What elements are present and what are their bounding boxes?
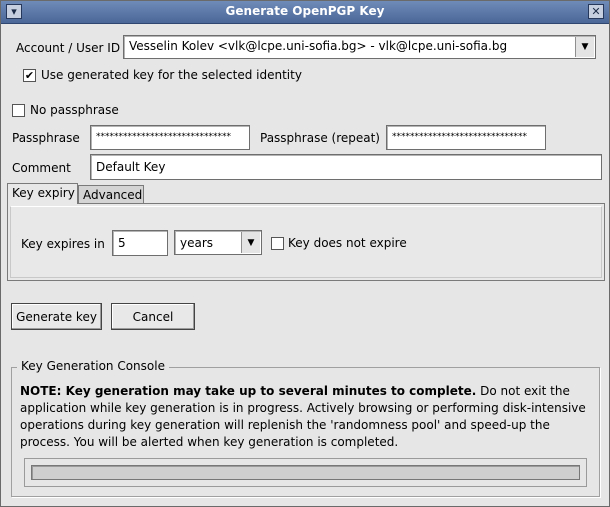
window-title: Generate OpenPGP Key bbox=[225, 4, 385, 18]
key-expires-label: Key expires in bbox=[21, 237, 105, 251]
chevron-down-icon[interactable]: ▼ bbox=[241, 232, 260, 253]
expiry-unit-value: years bbox=[180, 236, 214, 250]
expiry-amount-input[interactable]: 5 bbox=[112, 230, 168, 256]
no-passphrase-label: No passphrase bbox=[30, 103, 119, 117]
passphrase-label: Passphrase bbox=[12, 131, 80, 145]
console-note: NOTE: Key generation may take up to seve… bbox=[20, 383, 590, 451]
comment-input[interactable]: Default Key bbox=[90, 154, 602, 180]
key-generation-progress-bar bbox=[31, 465, 580, 480]
key-does-not-expire-checkbox[interactable] bbox=[271, 237, 284, 250]
account-select[interactable]: Vesselin Kolev <vlk@lcpe.uni-sofia.bg> -… bbox=[123, 35, 596, 59]
key-expiry-panel: Key expires in 5 years ▼ Key does not ex… bbox=[7, 203, 605, 281]
account-select-value: Vesselin Kolev <vlk@lcpe.uni-sofia.bg> -… bbox=[129, 39, 508, 53]
passphrase-input[interactable]: ****************************** bbox=[90, 125, 250, 150]
use-generated-key-checkbox[interactable]: ✔ bbox=[23, 69, 36, 82]
tab-key-expiry[interactable]: Key expiry bbox=[7, 183, 78, 204]
use-generated-key-label: Use generated key for the selected ident… bbox=[41, 68, 302, 82]
expiry-unit-select[interactable]: years ▼ bbox=[174, 230, 262, 255]
close-icon[interactable]: ✕ bbox=[588, 4, 604, 19]
account-label: Account / User ID bbox=[16, 41, 121, 55]
generate-key-button[interactable]: Generate key bbox=[11, 303, 102, 330]
key-does-not-expire-label: Key does not expire bbox=[288, 236, 407, 250]
title-bar[interactable]: ▾ Generate OpenPGP Key ✕ bbox=[1, 1, 609, 24]
progress-frame bbox=[24, 458, 587, 487]
tab-advanced[interactable]: Advanced bbox=[78, 185, 144, 203]
console-note-bold: NOTE: Key generation may take up to seve… bbox=[20, 384, 477, 398]
console-title: Key Generation Console bbox=[17, 359, 169, 373]
chevron-down-icon[interactable]: ▼ bbox=[575, 37, 594, 57]
passphrase-repeat-label: Passphrase (repeat) bbox=[260, 131, 380, 145]
passphrase-repeat-input[interactable]: ****************************** bbox=[386, 125, 546, 150]
comment-label: Comment bbox=[12, 161, 71, 175]
dialog-window: ▾ Generate OpenPGP Key ✕ Account / User … bbox=[0, 0, 610, 507]
cancel-button[interactable]: Cancel bbox=[111, 303, 195, 330]
generate-key-button-label: Generate key bbox=[16, 310, 97, 324]
cancel-button-label: Cancel bbox=[132, 310, 174, 324]
no-passphrase-checkbox[interactable] bbox=[12, 104, 25, 117]
